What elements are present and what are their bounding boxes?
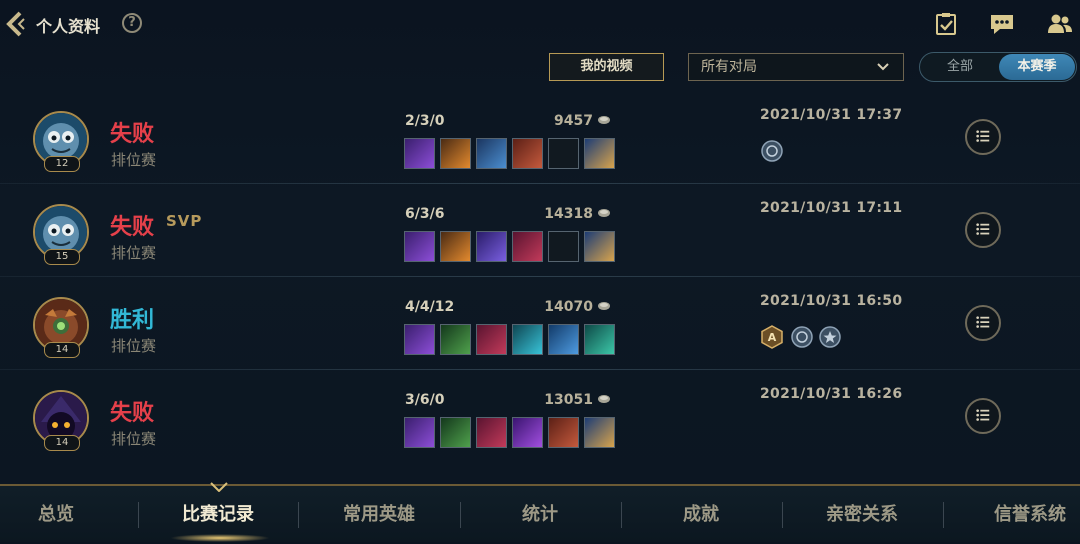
match-result: 失败 [110,122,155,147]
item-slot[interactable] [440,231,471,262]
checklist-icon[interactable] [933,12,959,36]
match-detail-list-icon[interactable] [965,305,1001,341]
item-slot[interactable] [476,324,507,355]
tab-overview[interactable]: 总览 [0,486,112,542]
item-slot[interactable] [404,324,435,355]
item-slot[interactable] [512,138,543,169]
tab-achievements[interactable]: 成就 [623,486,779,542]
chevron-down-icon [877,63,889,71]
a-grade-badge-icon: A [761,325,783,349]
trinket-slot[interactable] [584,138,615,169]
tab-honor-system[interactable]: 信誉系统 [945,486,1080,542]
game-mode: 排位赛 [111,337,157,355]
tab-intimacy[interactable]: 亲密关系 [784,486,940,542]
my-video-button[interactable]: 我的视频 [549,53,664,81]
match-row[interactable]: 14 失败 排位赛 3/6/0 13051 2021/10/31 16:26 [0,371,1080,463]
item-slot[interactable] [404,417,435,448]
item-slot[interactable] [512,417,543,448]
tab-separator [782,502,783,528]
item-slot[interactable] [404,231,435,262]
friends-icon[interactable] [1047,12,1073,36]
item-slot[interactable] [548,324,579,355]
gold-icon [598,302,610,310]
kda: 3/6/0 [405,392,445,408]
match-filter-dropdown[interactable]: 所有对局 [688,53,904,81]
gold-icon [598,209,610,217]
row-divider [0,183,1080,184]
rank-badge-icon [761,140,783,162]
item-slot-empty[interactable] [548,231,579,262]
svp-badge: SVP [166,212,203,230]
match-result: 失败 [110,215,155,240]
game-mode: 排位赛 [111,430,157,448]
item-slot[interactable] [404,138,435,169]
kda: 6/3/6 [405,206,445,222]
row-divider [0,369,1080,370]
tab-separator [621,502,622,528]
kda: 4/4/12 [405,299,455,315]
chat-icon[interactable] [989,12,1015,36]
match-result: 胜利 [110,308,155,333]
tab-match-history[interactable]: 比赛记录 [140,486,296,542]
bottom-tab-bar: 总览 比赛记录 常用英雄 统计 成就 亲密关系 信誉系统 [0,482,1080,542]
gold-amount: 9457 [554,113,593,129]
item-slot[interactable] [548,417,579,448]
star-badge-icon [819,326,841,348]
toggle-this-season[interactable]: 本赛季 [999,54,1075,80]
toggle-all[interactable]: 全部 [920,53,1000,81]
rank-badge-icon [791,326,813,348]
match-time: 2021/10/31 17:11 [760,200,903,216]
trinket-slot[interactable] [584,324,615,355]
top-bar: 个人资料 ? [0,0,1080,48]
tab-favorite-heroes[interactable]: 常用英雄 [300,486,458,542]
svg-text:A: A [768,331,777,344]
item-slot[interactable] [512,324,543,355]
gold-amount: 13051 [544,392,593,408]
item-slot[interactable] [440,417,471,448]
match-result: 失败 [110,401,155,426]
item-slot[interactable] [440,138,471,169]
gold-amount: 14318 [544,206,593,222]
match-row[interactable]: 12 失败 排位赛 2/3/0 9457 2021/10/31 17:37 [0,92,1080,184]
item-slot[interactable] [476,231,507,262]
match-detail-list-icon[interactable] [965,119,1001,155]
row-divider [0,276,1080,277]
champion-level-badge: 14 [44,342,80,358]
tab-separator [943,502,944,528]
kda: 2/3/0 [405,113,445,129]
help-icon[interactable]: ? [122,13,142,33]
game-mode: 排位赛 [111,151,157,169]
match-detail-list-icon[interactable] [965,212,1001,248]
item-slot[interactable] [476,417,507,448]
trinket-slot[interactable] [584,417,615,448]
filter-value: 所有对局 [701,59,757,75]
match-row[interactable]: 15 失败 SVP 排位赛 6/3/6 14318 2021/10/31 17:… [0,185,1080,277]
champion-level-badge: 15 [44,249,80,265]
item-slot[interactable] [476,138,507,169]
match-time: 2021/10/31 17:37 [760,107,903,123]
match-time: 2021/10/31 16:50 [760,293,903,309]
gold-amount: 14070 [544,299,593,315]
page-title: 个人资料 [36,17,101,36]
tab-separator [460,502,461,528]
game-mode: 排位赛 [111,244,157,262]
item-slot[interactable] [440,324,471,355]
season-toggle: 全部 本赛季 [919,52,1077,82]
match-detail-list-icon[interactable] [965,398,1001,434]
match-time: 2021/10/31 16:26 [760,386,903,402]
gold-icon [598,395,610,403]
item-slot[interactable] [512,231,543,262]
champion-level-badge: 14 [44,435,80,451]
tab-statistics[interactable]: 统计 [462,486,618,542]
back-arrow-icon[interactable] [4,10,28,38]
tab-separator [298,502,299,528]
gold-icon [598,116,610,124]
champion-level-badge: 12 [44,156,80,172]
match-row[interactable]: 14 胜利 排位赛 4/4/12 14070 2021/10/31 16:50 … [0,278,1080,370]
tab-separator [138,502,139,528]
trinket-slot[interactable] [584,231,615,262]
item-slot-empty[interactable] [548,138,579,169]
